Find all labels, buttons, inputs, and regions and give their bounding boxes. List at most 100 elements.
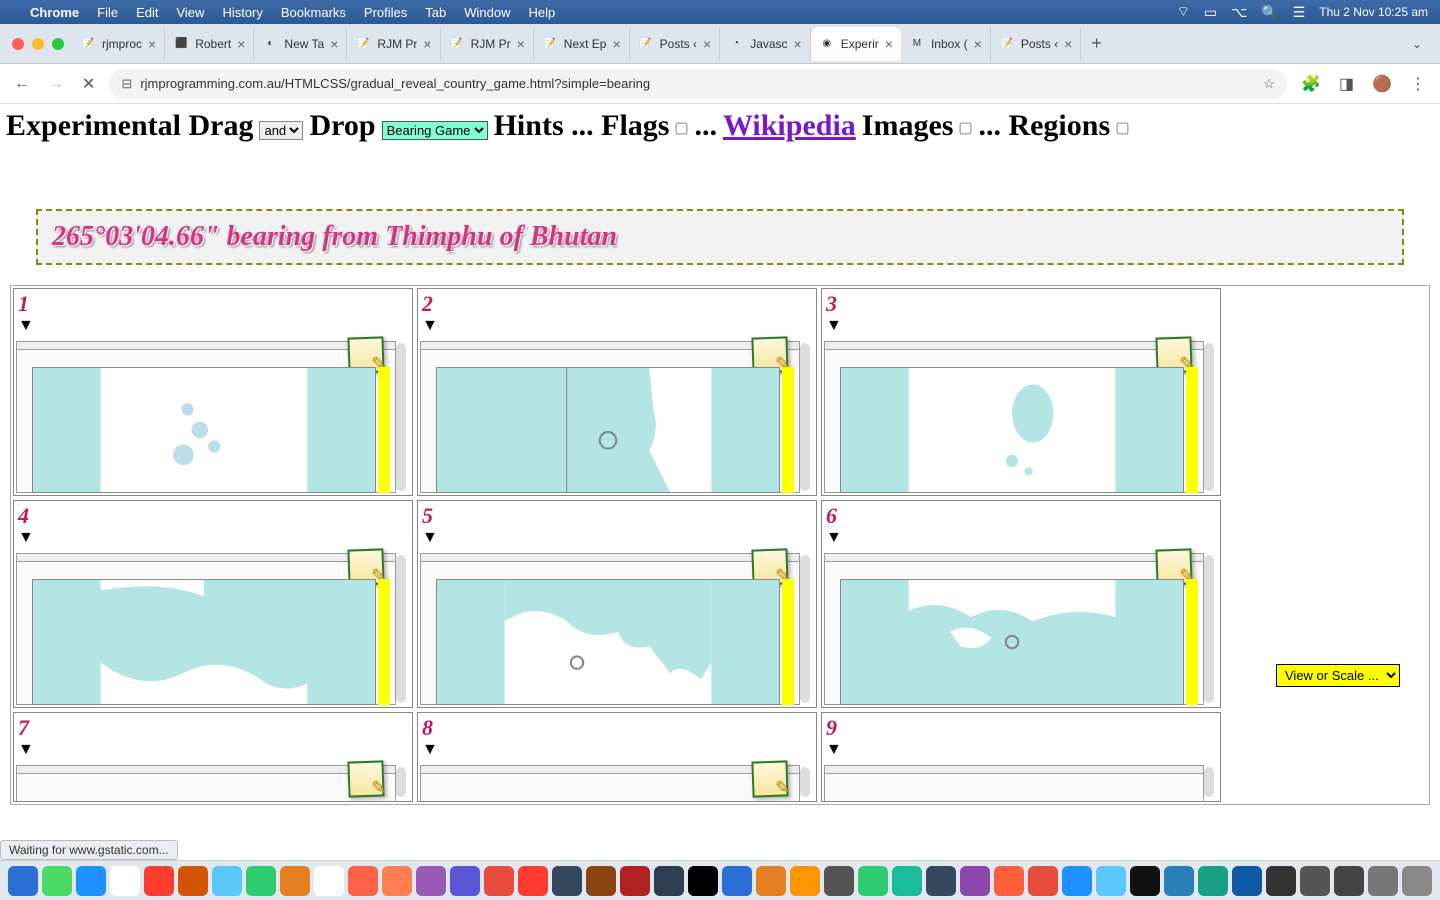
dock-app-icon[interactable]	[1232, 866, 1262, 896]
map-thumbnail[interactable]	[436, 367, 780, 493]
extensions-icon[interactable]: 🧩	[1297, 74, 1325, 94]
browser-tab[interactable]: 📝Posts ‹×	[991, 27, 1082, 61]
search-icon[interactable]: 🔍	[1261, 4, 1278, 21]
browser-tab[interactable]: ⬛Robert×	[165, 27, 254, 61]
clock[interactable]: Thu 2 Nov 10:25 am	[1319, 5, 1428, 19]
browser-tab[interactable]: ◔Javasc×	[720, 27, 811, 61]
dock-app-icon[interactable]	[246, 866, 276, 896]
dropdown-triangle-icon[interactable]: ▼	[18, 317, 34, 335]
checkbox-images[interactable]	[960, 123, 972, 135]
scrollbar[interactable]	[396, 767, 406, 797]
dock-app-icon[interactable]	[178, 866, 208, 896]
dock-app-icon[interactable]	[892, 866, 922, 896]
dropdown-triangle-icon[interactable]: ▼	[18, 529, 34, 547]
grid-cell[interactable]: 1 ▼	[13, 288, 413, 496]
dock-app-icon[interactable]	[382, 866, 412, 896]
wikipedia-link[interactable]: Wikipedia	[723, 108, 856, 144]
dock-app-icon[interactable]	[1130, 866, 1160, 896]
control-center-icon[interactable]: ☰	[1293, 4, 1306, 21]
profile-avatar-icon[interactable]: 🟤	[1368, 74, 1396, 94]
select-view-scale[interactable]: View or Scale ...	[1276, 664, 1400, 687]
close-window-icon[interactable]	[12, 38, 24, 50]
select-bearing-game[interactable]: Bearing Game	[382, 121, 488, 140]
zoom-window-icon[interactable]	[52, 38, 64, 50]
close-tab-icon[interactable]: ×	[330, 36, 338, 52]
app-name[interactable]: Chrome	[30, 5, 79, 20]
close-tab-icon[interactable]: ×	[237, 36, 245, 52]
map-thumbnail[interactable]	[840, 579, 1184, 705]
scrollbar[interactable]	[396, 555, 406, 703]
menu-edit[interactable]: Edit	[136, 5, 158, 20]
bookmark-star-icon[interactable]: ☆	[1263, 76, 1275, 92]
stop-reload-button[interactable]: ✕	[78, 74, 99, 94]
browser-tab[interactable]: ◉Experir×	[811, 27, 901, 61]
forward-button[interactable]: →	[44, 75, 68, 93]
browser-tab[interactable]: 📝Next Ep×	[534, 27, 630, 61]
scrollbar[interactable]	[800, 555, 810, 703]
menu-help[interactable]: Help	[529, 5, 556, 20]
close-tab-icon[interactable]: ×	[148, 36, 156, 52]
dock-app-icon[interactable]	[280, 866, 310, 896]
dropdown-triangle-icon[interactable]: ▼	[18, 741, 34, 759]
clue-box[interactable]: 265°03'04.66" bearing from Thimphu of Bh…	[36, 209, 1404, 265]
sidepanel-icon[interactable]: ◨	[1335, 74, 1358, 94]
menu-file[interactable]: File	[97, 5, 118, 20]
new-tab-button[interactable]: +	[1081, 33, 1112, 54]
dock-app-icon[interactable]	[620, 866, 650, 896]
grid-cell[interactable]: 2 ▼	[417, 288, 817, 496]
dock-app-icon[interactable]	[824, 866, 854, 896]
dock-app-icon[interactable]	[756, 866, 786, 896]
close-tab-icon[interactable]: ×	[794, 36, 802, 52]
scrollbar[interactable]	[1204, 555, 1214, 703]
browser-tab[interactable]: ◐New Ta×	[254, 27, 347, 61]
minimize-window-icon[interactable]	[32, 38, 44, 50]
grid-cell[interactable]: 3 ▼	[821, 288, 1221, 496]
dock-app-icon[interactable]	[1368, 866, 1398, 896]
menu-profiles[interactable]: Profiles	[364, 5, 407, 20]
close-tab-icon[interactable]: ×	[885, 36, 893, 52]
map-thumbnail[interactable]	[840, 367, 1184, 493]
dock-app-icon[interactable]	[790, 866, 820, 896]
close-tab-icon[interactable]: ×	[612, 36, 620, 52]
grid-cell[interactable]: 4 ▼	[13, 500, 413, 708]
note-icon[interactable]	[347, 760, 384, 797]
map-thumbnail[interactable]	[436, 579, 780, 705]
dock-app-icon[interactable]	[450, 866, 480, 896]
grid-cell[interactable]: 6 ▼	[821, 500, 1221, 708]
checkbox-regions[interactable]	[1117, 123, 1129, 135]
dock-app-icon[interactable]	[348, 866, 378, 896]
dock-app-icon[interactable]	[688, 866, 718, 896]
map-thumbnail[interactable]	[32, 579, 376, 705]
browser-tab[interactable]: 📝Posts ‹×	[630, 27, 721, 61]
map-thumbnail[interactable]	[32, 367, 376, 493]
browser-tab[interactable]: 📝RJM Pr×	[441, 27, 534, 61]
chrome-menu-icon[interactable]: ⋮	[1406, 74, 1430, 94]
dock-app-icon[interactable]	[1198, 866, 1228, 896]
dock-app-icon[interactable]	[518, 866, 548, 896]
tabs-dropdown-icon[interactable]: ⌄	[1402, 37, 1432, 51]
battery-icon[interactable]: ▭	[1204, 4, 1217, 21]
dock-app-icon[interactable]	[8, 866, 38, 896]
scrollbar[interactable]	[1204, 767, 1214, 797]
dock-app-icon[interactable]	[722, 866, 752, 896]
scrollbar[interactable]	[800, 343, 810, 491]
dock-app-icon[interactable]	[1300, 866, 1330, 896]
dock-app-icon[interactable]	[1096, 866, 1126, 896]
dropdown-triangle-icon[interactable]: ▼	[826, 317, 842, 335]
checkbox-flags[interactable]	[676, 123, 688, 135]
scrollbar[interactable]	[800, 767, 810, 797]
dropdown-triangle-icon[interactable]: ▼	[422, 529, 438, 547]
menu-tab[interactable]: Tab	[425, 5, 446, 20]
dock-app-icon[interactable]	[212, 866, 242, 896]
dock-app-icon[interactable]	[994, 866, 1024, 896]
dropdown-triangle-icon[interactable]: ▼	[422, 317, 438, 335]
grid-cell[interactable]: 9 ▼	[821, 712, 1221, 802]
menu-window[interactable]: Window	[464, 5, 510, 20]
grid-cell[interactable]: 8 ▼	[417, 712, 817, 802]
dock-app-icon[interactable]	[960, 866, 990, 896]
dock-app-icon[interactable]	[586, 866, 616, 896]
dropdown-triangle-icon[interactable]: ▼	[826, 741, 842, 759]
dock-app-icon[interactable]	[42, 866, 72, 896]
omnibox[interactable]: ⊟ rjmprogramming.com.au/HTMLCSS/gradual_…	[109, 69, 1287, 99]
dock-app-icon[interactable]	[76, 866, 106, 896]
